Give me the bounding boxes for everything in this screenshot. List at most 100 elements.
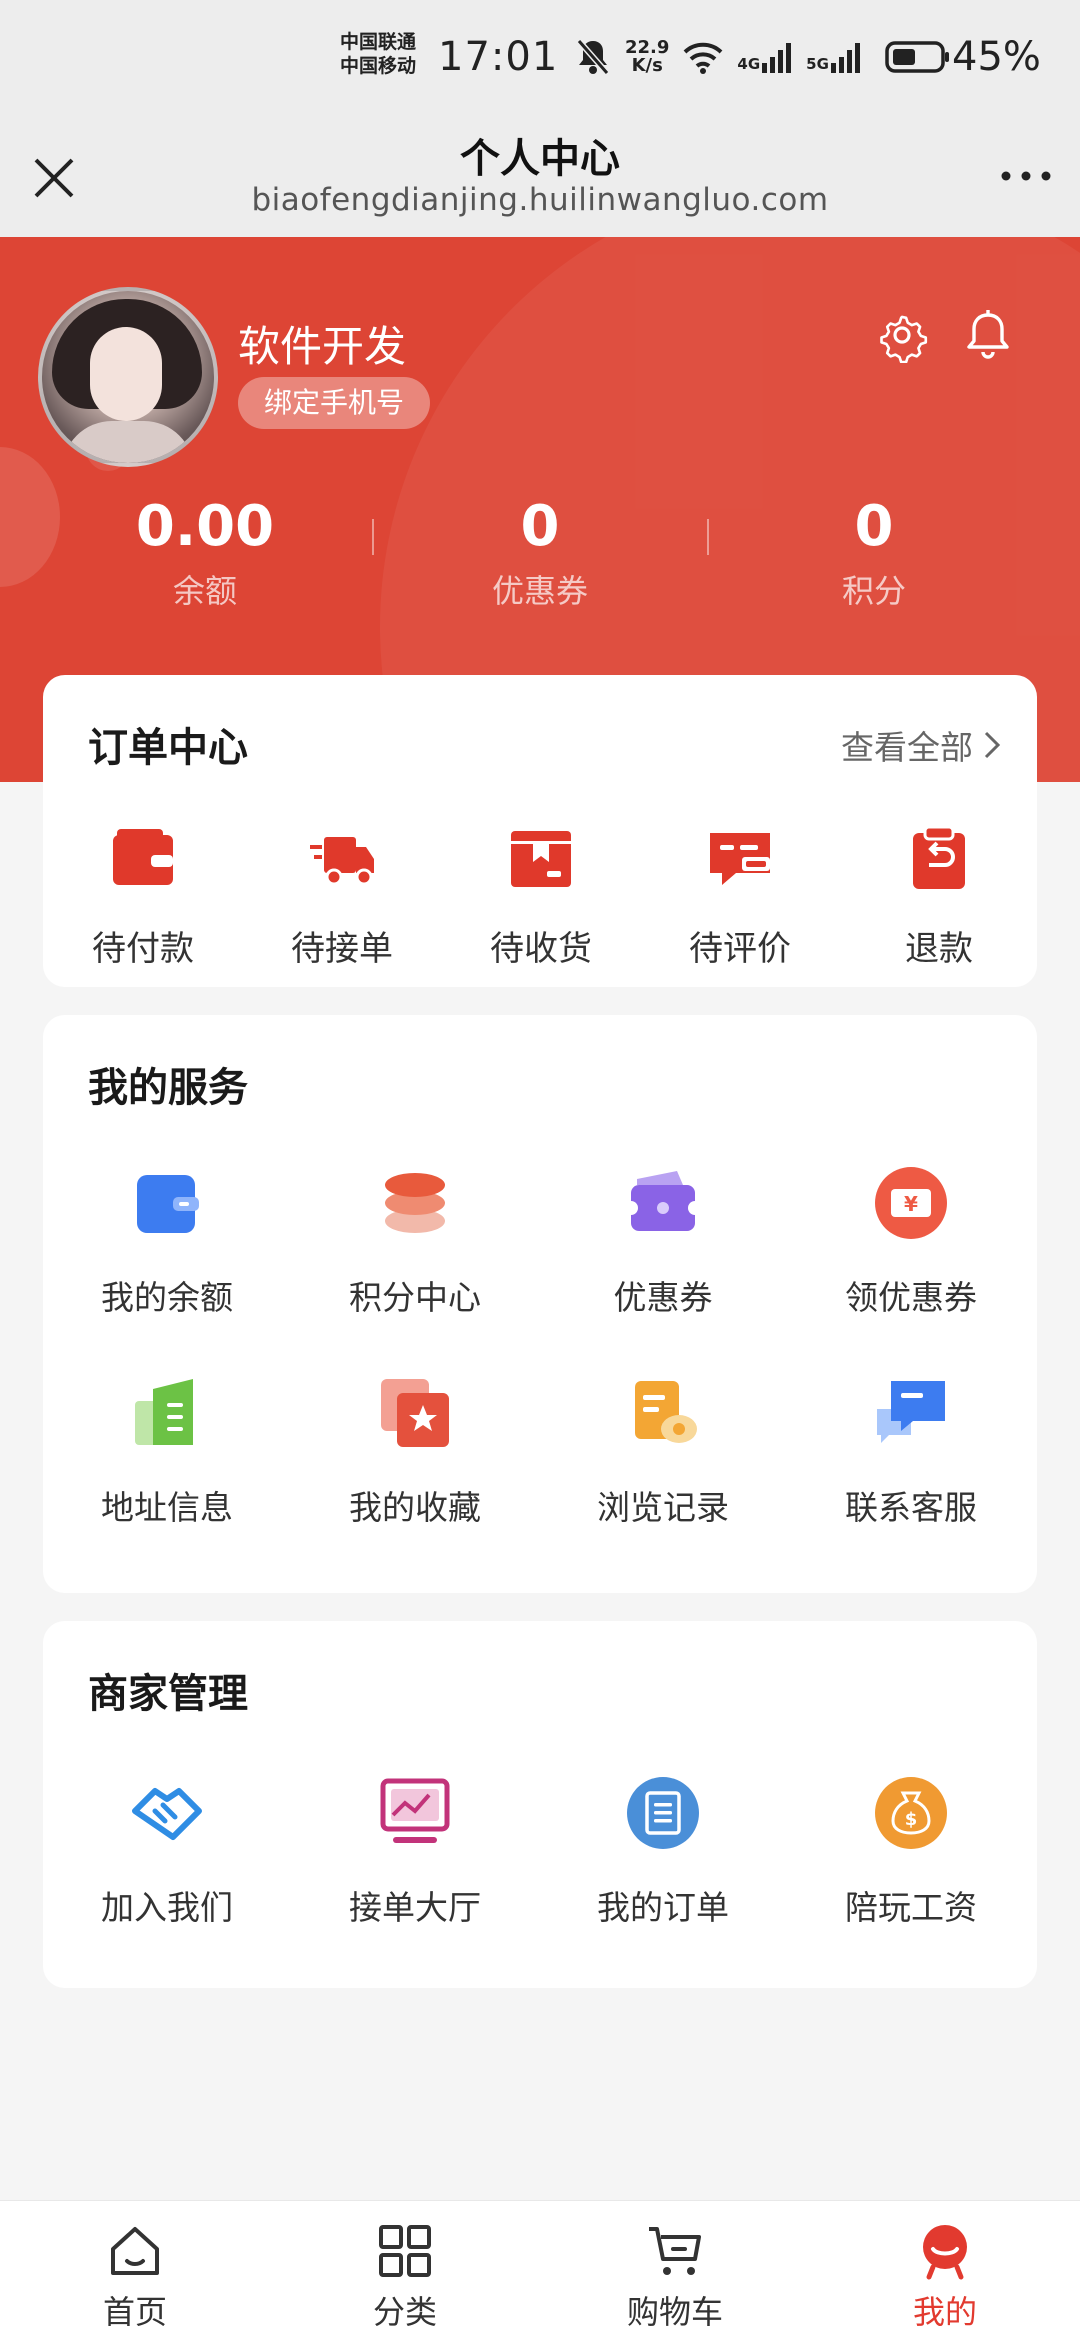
service-label: 积分中心 xyxy=(349,1278,481,1317)
nav-label: 首页 xyxy=(102,2293,167,2331)
order-item-label: 待收货 xyxy=(490,929,592,969)
nav-home[interactable]: 首页 xyxy=(0,2201,270,2333)
service-label: 优惠券 xyxy=(613,1278,713,1317)
notification-bell-icon[interactable] xyxy=(960,307,1016,363)
page-url: biaofengdianjing.huilinwangluo.com xyxy=(251,182,829,218)
order-center-card: 订单中心 查看全部 待付款 待接单 待收货 待评价 退款 xyxy=(43,675,1037,987)
order-refund[interactable]: 退款 xyxy=(839,825,1039,970)
service-address-info[interactable]: 地址信息 xyxy=(43,1375,291,1529)
merchant-label: 加入我们 xyxy=(101,1888,233,1927)
merchant-join-us[interactable]: 加入我们 xyxy=(43,1775,291,1929)
net-type-2: 5G xyxy=(806,55,829,73)
service-label: 浏览记录 xyxy=(597,1488,729,1527)
nav-label: 购物车 xyxy=(626,2293,723,2331)
profile-icon xyxy=(923,2225,967,2280)
merchant-label: 我的订单 xyxy=(597,1888,729,1927)
net-speed: 22.9 K/s xyxy=(625,39,669,75)
bottom-navigation: 首页 分类 购物车 我的 xyxy=(0,2200,1080,2339)
order-item-label: 待付款 xyxy=(92,929,194,969)
settings-gear-icon[interactable] xyxy=(874,307,930,363)
battery-icon xyxy=(885,41,949,73)
money-bag-icon: $ xyxy=(875,1777,947,1849)
order-center-title: 订单中心 xyxy=(88,725,248,771)
merchant-companion-salary[interactable]: $ 陪玩工资 xyxy=(787,1775,1035,1929)
order-pending-receipt[interactable]: 待收货 xyxy=(441,825,641,970)
username: 软件开发 xyxy=(238,322,407,371)
signal-1-icon xyxy=(762,43,792,73)
stat-balance[interactable]: 0.00 余额 xyxy=(55,492,355,616)
monitor-chart-icon xyxy=(380,1778,450,1843)
order-item-label: 待接单 xyxy=(291,929,393,969)
carrier-labels: 中国联通 中国移动 xyxy=(340,30,416,78)
service-label: 领优惠券 xyxy=(845,1278,977,1317)
order-pending-accept[interactable]: 待接单 xyxy=(242,825,442,970)
nav-label: 分类 xyxy=(372,2293,437,2331)
merchant-my-orders[interactable]: 我的订单 xyxy=(539,1775,787,1929)
service-label: 我的余额 xyxy=(101,1278,233,1317)
home-icon xyxy=(111,2227,159,2275)
chevron-right-icon xyxy=(984,731,1001,759)
order-list-icon xyxy=(627,1777,699,1849)
service-label: 联系客服 xyxy=(845,1488,977,1527)
service-get-coupons[interactable]: ¥ 领优惠券 xyxy=(787,1165,1035,1319)
stat-label: 积分 xyxy=(841,572,906,610)
history-doc-icon xyxy=(635,1381,697,1443)
my-services-card: 我的服务 我的余额 积分中心 优惠券 ¥ 领优惠券 地址信息 我的收藏 浏览记录… xyxy=(43,1015,1037,1593)
coupon-wallet-icon xyxy=(624,1171,702,1231)
nav-profile[interactable]: 我的 xyxy=(810,2201,1080,2333)
nav-label: 我的 xyxy=(912,2293,977,2331)
grid-icon xyxy=(379,2225,431,2277)
status-icons: 22.9 K/s 4G 5G xyxy=(575,34,951,80)
nav-category[interactable]: 分类 xyxy=(270,2201,540,2333)
merchant-management-title: 商家管理 xyxy=(88,1671,248,1717)
service-browse-history[interactable]: 浏览记录 xyxy=(539,1375,787,1529)
service-label: 我的收藏 xyxy=(349,1488,481,1527)
bind-phone-button[interactable]: 绑定手机号 xyxy=(238,377,431,429)
service-coupons[interactable]: 优惠券 xyxy=(539,1165,787,1319)
page-title: 个人中心 xyxy=(460,136,620,182)
service-contact-support[interactable]: 联系客服 xyxy=(787,1375,1035,1529)
wallet-blue-icon xyxy=(137,1175,199,1233)
yen-ticket-icon: ¥ xyxy=(875,1167,947,1239)
stat-points[interactable]: 0 积分 xyxy=(724,492,1024,616)
truck-icon xyxy=(310,837,374,886)
service-points-center[interactable]: 积分中心 xyxy=(291,1165,539,1319)
service-my-balance[interactable]: 我的余额 xyxy=(43,1165,291,1319)
stat-divider xyxy=(372,519,374,555)
carrier-1: 中国联通 xyxy=(340,31,417,53)
service-label: 地址信息 xyxy=(101,1488,233,1527)
stat-coupons[interactable]: 0 优惠券 xyxy=(390,492,690,616)
handshake-icon xyxy=(132,1788,202,1840)
order-item-label: 待评价 xyxy=(689,929,791,969)
account-stats: 0.00 余额 0 优惠券 0 积分 xyxy=(0,492,1080,652)
mute-bell-icon xyxy=(576,39,610,75)
carrier-2: 中国移动 xyxy=(340,55,417,77)
order-pending-payment[interactable]: 待付款 xyxy=(43,825,243,970)
net-type-1: 4G xyxy=(737,55,761,73)
star-card-icon xyxy=(381,1379,449,1447)
chat-support-icon xyxy=(877,1381,945,1443)
clock: 17:01 xyxy=(438,34,559,80)
battery-percent: 45% xyxy=(952,34,1041,80)
address-book-icon xyxy=(135,1379,193,1445)
merchant-management-card: 商家管理 加入我们 接单大厅 我的订单 $ 陪玩工资 xyxy=(43,1621,1037,1988)
comment-icon xyxy=(710,833,770,885)
stat-label: 余额 xyxy=(172,572,237,610)
svg-text:¥: ¥ xyxy=(904,1192,918,1216)
nav-cart[interactable]: 购物车 xyxy=(540,2201,810,2333)
more-menu-icon[interactable] xyxy=(998,164,1054,188)
title-bar: 个人中心 biaofengdianjing.huilinwangluo.com xyxy=(0,120,1080,237)
order-pending-review[interactable]: 待评价 xyxy=(640,825,840,970)
stat-divider xyxy=(707,519,709,555)
refund-icon xyxy=(913,825,965,889)
order-item-label: 退款 xyxy=(905,929,973,969)
view-all-label: 查看全部 xyxy=(841,728,973,767)
avatar[interactable] xyxy=(38,287,218,467)
view-all-orders-link[interactable]: 查看全部 xyxy=(841,721,1001,769)
service-my-favorites[interactable]: 我的收藏 xyxy=(291,1375,539,1529)
status-bar: 中国联通 中国移动 17:01 22.9 K/s 4G 5G 45% xyxy=(0,0,1080,120)
merchant-order-hall[interactable]: 接单大厅 xyxy=(291,1775,539,1929)
my-services-title: 我的服务 xyxy=(88,1065,248,1111)
svg-text:$: $ xyxy=(905,1809,918,1830)
stat-value: 0 xyxy=(854,494,894,559)
